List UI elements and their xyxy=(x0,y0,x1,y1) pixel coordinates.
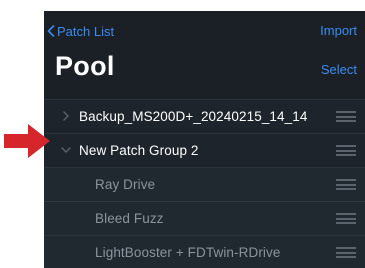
chevron-left-icon xyxy=(47,25,55,37)
chevron-right-icon[interactable] xyxy=(59,109,73,123)
list-item-label: Ray Drive xyxy=(95,177,156,192)
list-item-label: LightBooster + FDTwin-RDrive xyxy=(95,245,281,260)
drag-handle-icon[interactable] xyxy=(336,111,356,122)
select-button[interactable]: Select xyxy=(321,62,357,77)
import-button[interactable]: Import xyxy=(320,23,357,38)
back-button[interactable]: Patch List xyxy=(47,22,114,40)
drag-handle-icon[interactable] xyxy=(336,179,356,190)
list-item-group[interactable]: Backup_MS200D+_20240215_14_14 xyxy=(44,99,365,133)
chevron-down-icon[interactable] xyxy=(59,143,73,157)
drag-handle-icon[interactable] xyxy=(336,247,356,258)
navigation-bar: Patch List Import xyxy=(44,11,365,51)
list-item-label: Bleed Fuzz xyxy=(95,211,164,226)
list-item-patch[interactable]: LightBooster + FDTwin-RDrive xyxy=(44,235,365,268)
pool-screen: Patch List Import Pool Select Backup_MS2… xyxy=(44,11,365,268)
patch-list: Backup_MS200D+_20240215_14_14 New Patch … xyxy=(44,99,365,268)
list-item-label: New Patch Group 2 xyxy=(79,143,199,158)
list-item-patch[interactable]: Bleed Fuzz xyxy=(44,201,365,235)
list-item-patch[interactable]: Ray Drive xyxy=(44,167,365,201)
back-button-label: Patch List xyxy=(57,23,115,39)
list-item-label: Backup_MS200D+_20240215_14_14 xyxy=(79,109,308,124)
drag-handle-icon[interactable] xyxy=(336,145,356,156)
annotation-arrow-icon xyxy=(4,124,50,158)
page-title: Pool xyxy=(55,51,115,81)
list-item-group[interactable]: New Patch Group 2 xyxy=(44,133,365,167)
drag-handle-icon[interactable] xyxy=(336,213,356,224)
